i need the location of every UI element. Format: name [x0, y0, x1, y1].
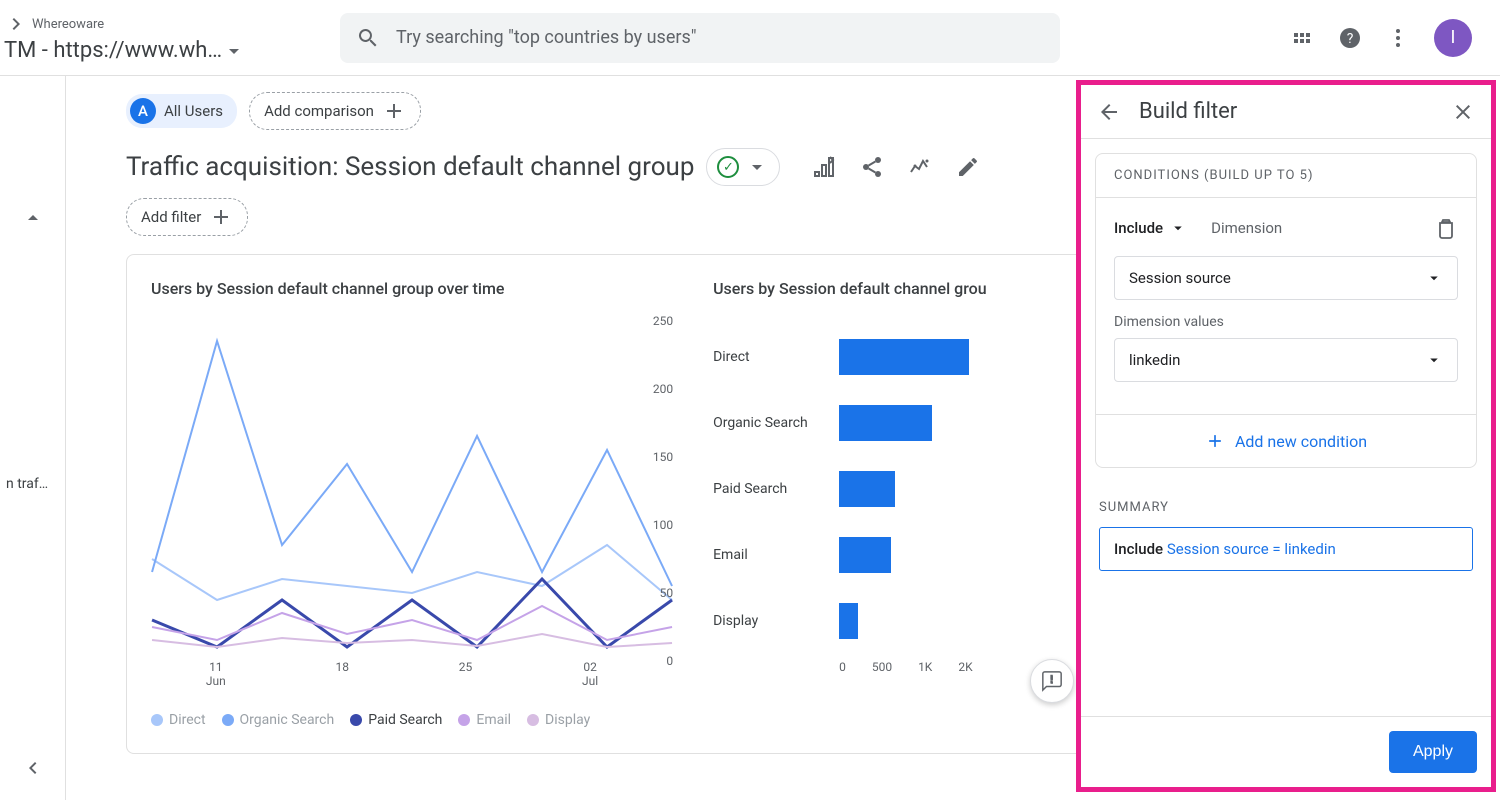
caret-down-icon	[1425, 269, 1443, 287]
conditions-header: CONDITIONS (BUILD UP TO 5)	[1096, 154, 1476, 198]
bar-label: Paid Search	[713, 481, 823, 497]
left-sidebar: n traf…	[0, 76, 66, 800]
back-arrow-icon[interactable]	[1097, 100, 1121, 124]
line-chart: 250200150100500	[151, 314, 673, 654]
edit-icon[interactable]	[956, 155, 980, 179]
chart-card: Users by Session default channel group o…	[126, 254, 1111, 754]
x-tick: 02Jul	[582, 660, 598, 688]
caret-down-icon	[745, 155, 769, 179]
top-bar: Whereoware TM - https://www.wh… Try sear…	[0, 0, 1500, 76]
search-icon	[356, 26, 380, 50]
dimension-values-label: Dimension values	[1114, 314, 1458, 330]
y-tick: 0	[666, 654, 673, 668]
legend-item[interactable]: Display	[527, 712, 590, 728]
share-icon[interactable]	[860, 155, 884, 179]
chevron-left-icon[interactable]	[21, 756, 45, 780]
y-tick: 200	[653, 382, 673, 396]
audience-badge: A	[130, 98, 156, 124]
dimension-label: Dimension	[1211, 219, 1282, 237]
line-chart-svg	[151, 314, 673, 654]
bar-label: Email	[713, 547, 823, 563]
property-selector[interactable]: Whereoware TM - https://www.wh…	[0, 12, 340, 63]
close-icon[interactable]	[1451, 100, 1475, 124]
add-comparison-button[interactable]: Add comparison	[249, 92, 421, 130]
add-filter-button[interactable]: Add filter	[126, 198, 248, 236]
report-title: Traffic acquisition: Session default cha…	[126, 152, 694, 182]
bar-row: Paid Search	[713, 471, 1086, 507]
breadcrumb-parent: Whereoware	[32, 17, 104, 32]
bar-chart-title: Users by Session default channel grou	[713, 279, 1086, 298]
bar-x-tick: 0	[839, 660, 846, 674]
bar-row: Email	[713, 537, 1086, 573]
dimension-value-select[interactable]: linkedin	[1114, 338, 1458, 382]
chevron-right-icon	[4, 12, 28, 36]
y-tick: 100	[653, 518, 673, 532]
sidebar-nav-item[interactable]: n traf…	[6, 476, 48, 492]
status-dropdown[interactable]: ✓	[706, 148, 780, 186]
check-icon: ✓	[717, 156, 739, 178]
bar-x-tick: 500	[872, 660, 892, 674]
search-input[interactable]: Try searching "top countries by users"	[340, 13, 1060, 63]
bar-x-tick: 1K	[918, 660, 932, 674]
match-type-select[interactable]: Include	[1114, 219, 1187, 237]
bar-label: Organic Search	[713, 415, 823, 431]
property-title: TM - https://www.wh…	[4, 38, 222, 63]
bar-row: Organic Search	[713, 405, 1086, 441]
feedback-button[interactable]	[1030, 659, 1074, 703]
feedback-icon	[1041, 670, 1063, 692]
bar-row: Display	[713, 603, 1086, 639]
customize-icon[interactable]	[812, 155, 836, 179]
condition-card: CONDITIONS (BUILD UP TO 5) Include Dimen…	[1095, 153, 1477, 468]
line-chart-title: Users by Session default channel group o…	[151, 279, 673, 298]
bar-row: Direct	[713, 339, 1086, 375]
y-tick: 250	[653, 314, 673, 328]
add-condition-button[interactable]: Add new condition	[1096, 414, 1476, 467]
legend-item[interactable]: Organic Search	[222, 712, 335, 728]
x-tick: 18	[336, 660, 350, 688]
y-tick: 50	[660, 586, 674, 600]
more-vert-icon[interactable]	[1386, 26, 1410, 50]
avatar[interactable]: I	[1434, 19, 1472, 57]
delete-icon[interactable]	[1434, 216, 1458, 240]
x-tick: 11Jun	[206, 660, 226, 688]
chevron-up-icon[interactable]	[21, 206, 45, 230]
legend-item[interactable]: Direct	[151, 712, 206, 728]
apps-icon[interactable]	[1290, 26, 1314, 50]
legend-item[interactable]: Email	[458, 712, 511, 728]
search-placeholder: Try searching "top countries by users"	[396, 27, 697, 48]
summary-label: SUMMARY	[1099, 500, 1473, 515]
svg-text:?: ?	[1347, 31, 1354, 47]
insights-icon[interactable]	[908, 155, 932, 179]
panel-title: Build filter	[1139, 99, 1237, 124]
apply-button[interactable]: Apply	[1389, 731, 1477, 773]
build-filter-panel: Build filter CONDITIONS (BUILD UP TO 5) …	[1076, 80, 1496, 792]
bar-label: Display	[713, 613, 823, 629]
audience-chip[interactable]: A All Users	[126, 94, 237, 128]
plus-icon	[209, 205, 233, 229]
caret-down-icon	[1425, 351, 1443, 369]
bar-x-tick: 2K	[958, 660, 972, 674]
plus-icon	[1205, 431, 1225, 451]
x-tick: 25	[459, 660, 473, 688]
y-tick: 150	[653, 450, 673, 464]
dimension-select[interactable]: Session source	[1114, 256, 1458, 300]
caret-down-icon	[222, 39, 246, 63]
bar-chart: Direct Organic Search Paid Search Email Disp…	[713, 314, 1086, 654]
caret-down-icon	[1169, 219, 1187, 237]
summary-box: Include Session source = linkedin	[1099, 527, 1473, 571]
bar-label: Direct	[713, 349, 823, 365]
legend-item[interactable]: Paid Search	[350, 712, 442, 728]
plus-icon	[382, 99, 406, 123]
help-icon[interactable]: ?	[1338, 26, 1362, 50]
